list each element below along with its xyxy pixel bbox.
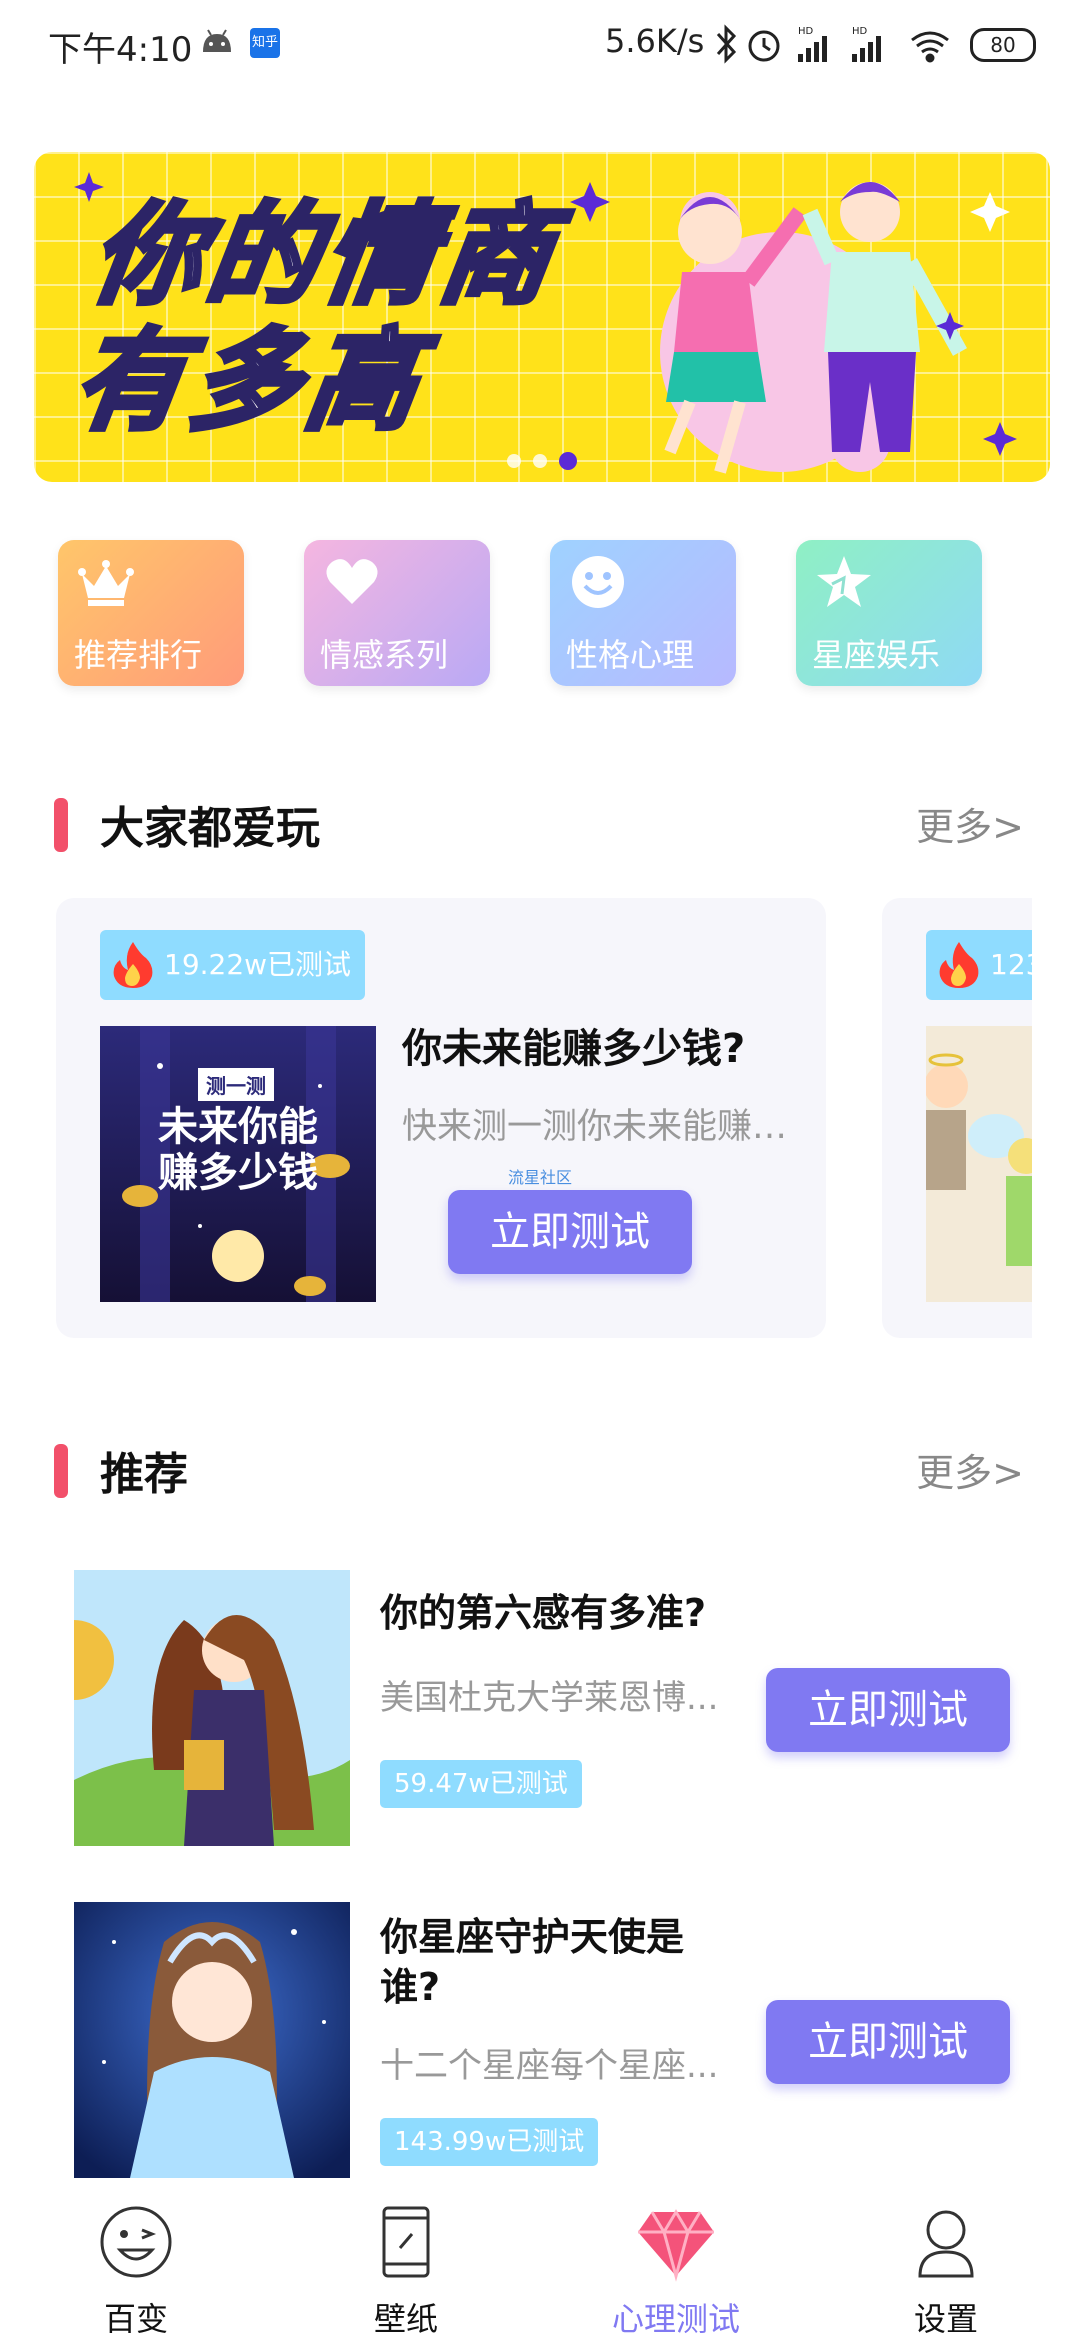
category-grid: 推荐排行 情感系列 性格心理 星座娱乐 — [58, 540, 1038, 690]
section-title: 推荐 — [100, 1449, 188, 1500]
category-label: 情感系列 — [320, 636, 449, 674]
category-label: 性格心理 — [566, 636, 695, 674]
diamond-icon — [638, 2209, 714, 2282]
nav-label: 设置 — [913, 2300, 978, 2338]
test-title: 你星座守护天使是谁? — [380, 1915, 685, 2009]
banner-title-line1: 你的情商 — [81, 189, 568, 322]
tested-count-badge: 143.99w已测试 — [380, 2118, 599, 2166]
nav-item-wallpaper[interactable]: 壁纸 — [306, 2190, 506, 2340]
test-cover-image: 测一测 未来你能 赚多少钱 — [100, 1026, 376, 1302]
tested-count-badge: 19.22w已测试 — [100, 930, 366, 1000]
banner-carousel[interactable]: 你的情商 有多高 — [34, 152, 1050, 482]
angel-girl-illustration — [74, 1902, 350, 2178]
sparkle-icon — [74, 172, 104, 202]
start-test-button[interactable]: 立即测试 — [766, 2000, 1010, 2084]
cover-text-line1: 未来你能 — [158, 1104, 318, 1150]
carousel-dot-2[interactable] — [533, 454, 547, 468]
test-description: 美国杜克大学莱恩博... — [380, 1678, 719, 1718]
fire-icon — [939, 942, 979, 988]
carousel-dot-3-active[interactable] — [559, 452, 577, 470]
category-label: 星座娱乐 — [812, 636, 941, 674]
category-recommend-rank[interactable]: 推荐排行 — [58, 540, 244, 686]
tested-count: 123 — [990, 948, 1032, 981]
test-description: 十二个星座每个星座... — [380, 2046, 719, 2086]
section-accent-bar — [54, 798, 68, 852]
status-time: 下午4:10 — [48, 30, 193, 70]
category-label: 推荐排行 — [74, 636, 203, 674]
test-title: 你未来能赚多少钱? — [402, 1026, 746, 1072]
star-icon — [817, 556, 871, 607]
banner-illustration — [570, 182, 1017, 474]
bottom-navigation: 百变 壁纸 心理测试 设置 — [0, 2190, 1080, 2340]
carousel-dot-1[interactable] — [507, 454, 521, 468]
section-accent-bar — [54, 1444, 68, 1498]
sixth-sense-illustration — [74, 1570, 350, 1846]
nav-label: 壁纸 — [373, 2300, 438, 2338]
battery-indicator: 80 — [970, 28, 1036, 62]
nav-label: 百变 — [103, 2300, 168, 2338]
nav-item-psych-test[interactable]: 心理测试 — [576, 2190, 776, 2340]
status-bar: 下午4:10 知乎 5.6K/s HD HD 80 — [0, 0, 1080, 90]
start-test-button[interactable]: 立即测试 — [766, 1668, 1010, 1752]
heart-icon — [326, 559, 378, 604]
start-test-button[interactable]: 立即测试 — [448, 1190, 692, 1274]
user-icon — [918, 2210, 974, 2278]
wifi-icon — [911, 31, 949, 63]
network-speed: 5.6K/s — [605, 22, 705, 60]
watermark: 流星社区 — [508, 1168, 573, 1187]
face-icon — [100, 2206, 172, 2278]
list-item[interactable]: 你星座守护天使是谁? 十二个星座每个星座... 143.99w已测试 立即测试 — [74, 1902, 1010, 2182]
nav-item-baibian[interactable]: 百变 — [36, 2190, 236, 2340]
banner-title: 你的情商 有多高 — [64, 189, 569, 448]
zhihu-notification-icon: 知乎 — [250, 28, 280, 58]
popular-card-next[interactable]: 123 — [882, 898, 1032, 1338]
cover-badge: 测一测 — [198, 1068, 274, 1101]
more-link[interactable]: 更多> — [916, 1442, 1024, 1497]
angel-cover-image — [926, 1026, 1032, 1302]
more-link[interactable]: 更多> — [916, 796, 1024, 851]
tested-count-badge: 123 — [926, 930, 1032, 1000]
popular-card[interactable]: 19.22w已测试 测一测 未来你能 赚多少钱 你未来能赚多少钱? 快来测一测你… — [56, 898, 826, 1338]
test-title: 你的第六感有多准? — [380, 1591, 707, 1635]
android-icon — [203, 29, 231, 52]
list-item[interactable]: 你的第六感有多准? 美国杜克大学莱恩博... 59.47w已测试 立即测试 — [74, 1570, 1010, 1850]
test-thumbnail — [74, 1902, 350, 2178]
cover-text: 未来你能 赚多少钱 — [100, 1104, 376, 1196]
test-thumbnail — [74, 1570, 350, 1846]
signal-icon-2: HD — [852, 26, 881, 62]
banner-title-line2: 有多高 — [64, 315, 435, 448]
crown-icon — [78, 560, 134, 606]
svg-text:HD: HD — [798, 26, 814, 37]
smile-icon — [572, 556, 624, 608]
bluetooth-icon — [716, 24, 737, 64]
section-title: 大家都爱玩 — [100, 803, 320, 854]
cover-text-line2: 赚多少钱 — [158, 1150, 318, 1196]
fire-icon — [113, 942, 153, 988]
carousel-indicator — [34, 451, 1050, 470]
recommended-section-header: 推荐 更多> — [54, 1438, 1024, 1500]
test-description: 快来测一测你未来能赚多... — [402, 1107, 812, 1147]
popular-section-header: 大家都爱玩 更多> — [54, 792, 1024, 854]
tested-count-badge: 59.47w已测试 — [380, 1760, 582, 1808]
nav-label: 心理测试 — [611, 2300, 740, 2338]
tested-count: 19.22w已测试 — [164, 948, 352, 981]
svg-text:HD: HD — [852, 26, 868, 37]
category-emotion[interactable]: 情感系列 — [304, 540, 490, 686]
category-personality[interactable]: 性格心理 — [550, 540, 736, 686]
category-horoscope[interactable]: 星座娱乐 — [796, 540, 982, 686]
nav-item-settings[interactable]: 设置 — [846, 2190, 1046, 2340]
alarm-icon — [748, 30, 780, 62]
phone-icon — [382, 2206, 430, 2278]
signal-icon-1: HD — [798, 26, 827, 62]
